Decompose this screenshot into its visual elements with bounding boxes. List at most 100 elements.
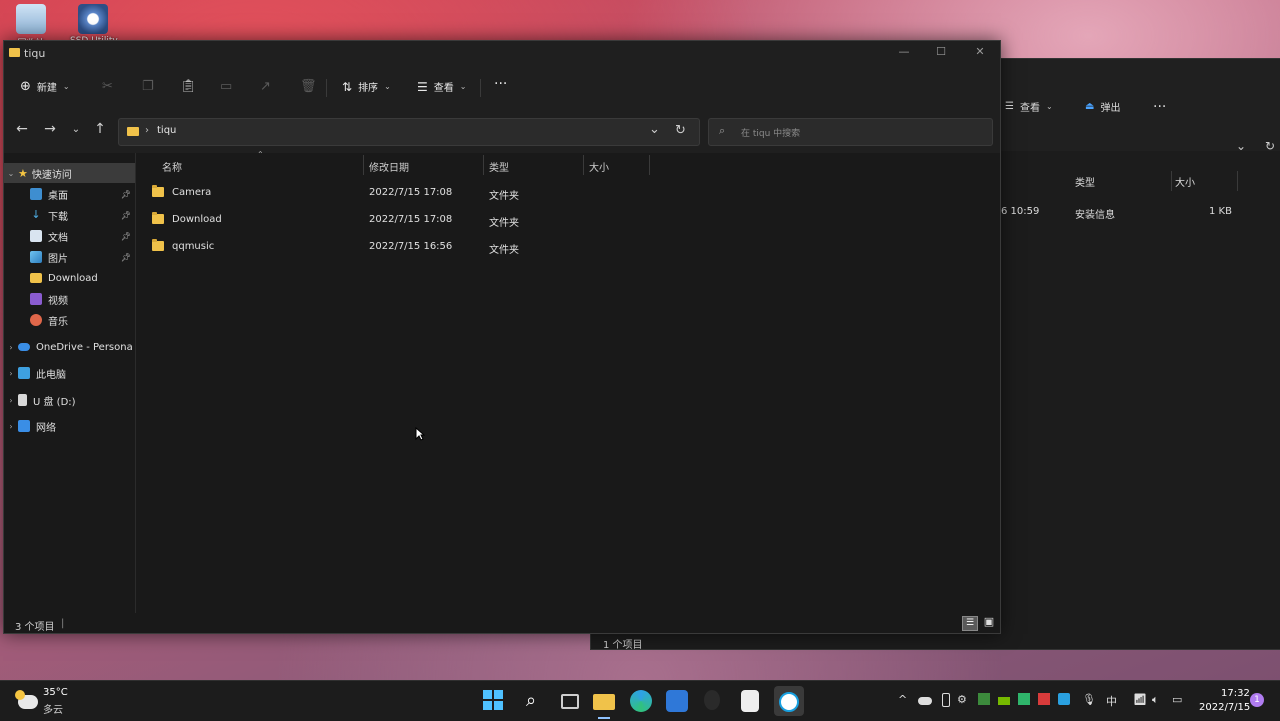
clock-date[interactable]: 2022/7/15 (1199, 702, 1250, 713)
refresh-button[interactable]: ↻ (675, 123, 686, 138)
folder-icon (9, 48, 20, 57)
clock-time[interactable]: 17:32 (1221, 688, 1250, 699)
store-taskbar-button[interactable] (666, 690, 688, 712)
tiles-view-button[interactable]: ▣ (982, 616, 996, 629)
more-button[interactable]: ··· (494, 76, 507, 92)
sidebar-item-videos[interactable]: 视频 (4, 289, 135, 309)
table-row[interactable]: Camera 2022/7/15 17:08 文件夹 (152, 181, 632, 205)
column-header-size[interactable]: 大小 (1175, 174, 1195, 189)
pin-icon[interactable]: 📌︎ (121, 253, 131, 262)
nvidia-tray-icon[interactable] (998, 697, 1010, 705)
sidebar-item-quick-access[interactable]: ⌄ ★ 快速访问 (4, 163, 135, 183)
onedrive-tray-icon[interactable] (918, 697, 932, 705)
file-type: 文件夹 (489, 191, 519, 202)
delete-button[interactable]: 🗑︎ (300, 79, 317, 94)
status-bar: 3 个项目 | ☰ ▣ (4, 613, 1000, 633)
column-header-size[interactable]: 大小 (589, 159, 609, 174)
view-button[interactable]: ☰ 查看 ⌄ (417, 79, 466, 95)
search-input[interactable]: 在 tiqu 中搜索 (741, 126, 800, 139)
sidebar-item-network[interactable]: › 网络 (4, 416, 135, 436)
column-separator[interactable] (649, 155, 650, 175)
settings-tray-icon[interactable]: ⚙ (957, 693, 967, 706)
usb-tray-icon[interactable] (942, 693, 950, 707)
column-header-name[interactable]: 名称 (162, 159, 182, 174)
details-view-button[interactable]: ☰ (962, 616, 978, 631)
pin-icon[interactable]: 📌︎ (121, 232, 131, 241)
explorer-window[interactable]: tiqu — ☐ ✕ ⊕ 新建 ⌄ ✂ ❐ 📋︎ ▭ ↗ 🗑︎ ⇅ 排序 ⌄ ☰… (3, 40, 1001, 634)
recent-locations-button[interactable]: ⌄ (66, 124, 86, 135)
qq-taskbar-button[interactable] (774, 686, 804, 716)
security-tray-icon[interactable] (1038, 693, 1050, 705)
sidebar-item-this-pc[interactable]: › 此电脑 (4, 363, 135, 383)
paste-button[interactable]: 📋︎ (180, 79, 197, 94)
rename-button[interactable]: ▭ (220, 79, 232, 94)
shield-tray-icon[interactable] (1058, 693, 1070, 705)
table-row[interactable]: Download 2022/7/15 17:08 文件夹 (152, 208, 632, 232)
title-bar[interactable]: tiqu — ☐ ✕ (4, 41, 1000, 67)
file-modified: 2022/7/15 16:56 (369, 241, 453, 252)
column-header-modified[interactable]: 修改日期 (369, 159, 409, 174)
sidebar-item-pictures[interactable]: 图片 📌︎ (4, 247, 135, 267)
chevron-right-icon[interactable]: › (4, 396, 18, 405)
sidebar-item-downloads[interactable]: ↓ 下载 📌︎ (4, 205, 135, 225)
sidebar-item-download[interactable]: Download (4, 268, 135, 288)
new-button[interactable]: ⊕ 新建 ⌄ (20, 79, 70, 94)
battery-icon[interactable]: ▭ (1172, 693, 1182, 706)
edge-taskbar-button[interactable] (630, 690, 652, 712)
wechat-tray-icon[interactable] (1018, 693, 1030, 705)
column-header-type[interactable]: 类型 (489, 159, 509, 174)
column-separator[interactable] (363, 155, 364, 175)
search-button[interactable]: ⌕ (520, 690, 542, 712)
app-taskbar-button[interactable] (704, 690, 720, 710)
column-separator[interactable] (1171, 171, 1172, 191)
column-separator[interactable] (583, 155, 584, 175)
start-button[interactable] (483, 690, 503, 710)
wifi-icon[interactable]: 📶︎ (1133, 693, 1147, 706)
sort-ascending-icon: ⌃ (257, 150, 264, 159)
back-button[interactable]: ← (12, 121, 32, 137)
more-button[interactable]: ··· (1153, 99, 1166, 115)
show-hidden-icons[interactable]: ^ (898, 693, 907, 706)
forward-button[interactable]: → (40, 121, 60, 137)
refresh-icon[interactable]: ↻ (1265, 139, 1275, 153)
sort-button[interactable]: ⇅ 排序 ⌄ (342, 79, 391, 95)
chevron-down-icon[interactable]: ⌄ (1236, 139, 1246, 153)
column-header-type[interactable]: 类型 (1075, 174, 1095, 189)
table-row[interactable]: qqmusic 2022/7/15 16:56 文件夹 (152, 235, 632, 259)
up-button[interactable]: ↑ (90, 121, 110, 137)
app-tray-icon[interactable] (978, 693, 990, 705)
view-button[interactable]: ☰ 查看 ⌄ (1005, 99, 1053, 114)
address-bar[interactable]: › tiqu ⌄ ↻ (118, 118, 700, 146)
file-explorer-taskbar-button[interactable] (593, 690, 615, 712)
task-view-button[interactable] (557, 690, 579, 712)
volume-icon[interactable]: 🔈︎ (1152, 693, 1159, 707)
close-button[interactable]: ✕ (970, 45, 990, 61)
eject-button[interactable]: ⏏ 弹出 (1085, 99, 1120, 114)
pin-icon[interactable]: 📌︎ (121, 190, 131, 199)
minimize-button[interactable]: — (894, 45, 914, 61)
window-title: tiqu (24, 47, 46, 60)
weather-widget[interactable] (15, 690, 38, 709)
pin-icon[interactable]: 📌︎ (121, 211, 131, 220)
chevron-right-icon[interactable]: › (4, 369, 18, 378)
maximize-button[interactable]: ☐ (931, 45, 951, 61)
search-box[interactable]: ⌕ 在 tiqu 中搜索 (708, 118, 993, 146)
chevron-right-icon[interactable]: › (4, 343, 18, 352)
sidebar-item-onedrive[interactable]: › OneDrive - Persona (4, 337, 135, 357)
column-separator[interactable] (1237, 171, 1238, 191)
sidebar-item-documents[interactable]: 文档 📌︎ (4, 226, 135, 246)
column-separator[interactable] (483, 155, 484, 175)
chevron-down-icon[interactable]: ⌄ (649, 122, 660, 137)
chevron-right-icon[interactable]: › (4, 422, 18, 431)
share-button[interactable]: ↗ (260, 79, 271, 94)
breadcrumb-item[interactable]: tiqu (157, 125, 176, 136)
notification-badge[interactable]: 1 (1250, 693, 1264, 707)
copy-button[interactable]: ❐ (142, 79, 154, 94)
microphone-icon[interactable]: 🎙︎ (1082, 693, 1096, 706)
notepad-taskbar-button[interactable] (741, 690, 759, 712)
cut-button[interactable]: ✂ (102, 79, 113, 94)
sidebar-item-music[interactable]: 音乐 (4, 310, 135, 330)
sidebar-item-desktop[interactable]: 桌面 📌︎ (4, 184, 135, 204)
sidebar-item-usb-drive[interactable]: › U 盘 (D:) (4, 390, 135, 410)
input-method-indicator[interactable]: 中 (1106, 693, 1117, 709)
